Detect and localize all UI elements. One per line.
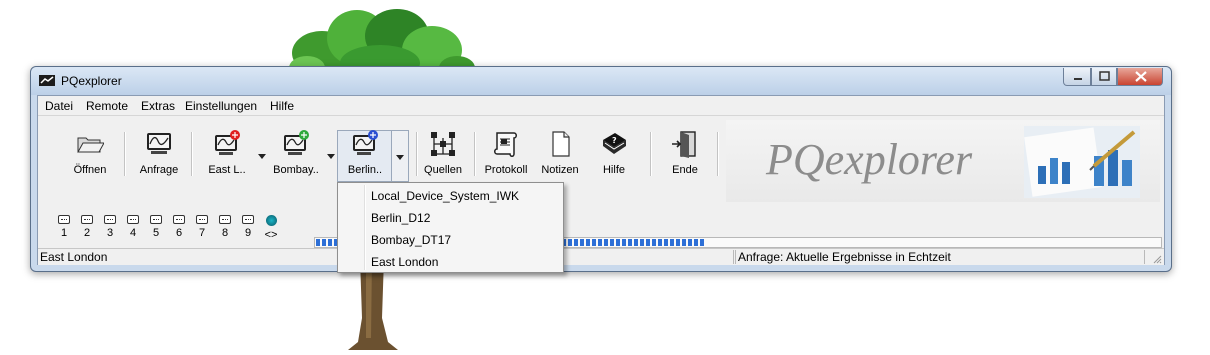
menu-item-local-device[interactable]: Local_Device_System_IWK [371, 189, 519, 203]
query-label: Anfrage [139, 164, 179, 176]
menu-gutter [364, 185, 366, 270]
scroll-icon [494, 132, 517, 157]
maximize-icon [1099, 71, 1110, 81]
menu-einstellungen[interactable]: Einstellungen [185, 99, 257, 113]
device-east-london-dropdown-arrow[interactable] [257, 152, 267, 160]
menu-bar: Datei Remote Extras Einstellungen Hilfe [38, 96, 1164, 116]
sources-button[interactable]: Quellen [415, 130, 471, 182]
open-button[interactable]: Öffnen [62, 130, 118, 182]
help-book-icon: ? [603, 133, 626, 154]
channel-box-icon [58, 215, 70, 224]
channel-box-icon [196, 215, 208, 224]
monitor-blue-icon [353, 130, 378, 155]
menu-hilfe[interactable]: Hilfe [270, 99, 294, 113]
channel-5-button[interactable]: 5 [148, 215, 164, 239]
channel-box-icon [150, 215, 162, 224]
channel-2-button[interactable]: 2 [79, 215, 95, 239]
device-east-london-label: East L.. [208, 164, 246, 176]
channel-box-icon [242, 215, 254, 224]
chevron-down-icon [396, 155, 404, 160]
channel-all-button[interactable]: <> [263, 215, 279, 241]
channel-6-button[interactable]: 6 [171, 215, 187, 239]
exit-button[interactable]: Ende [657, 130, 713, 182]
channel-box-icon [173, 215, 185, 224]
channel-box-icon [104, 215, 116, 224]
help-label: Hilfe [602, 164, 625, 176]
toolbar-separator [717, 132, 719, 176]
monitor-icon [147, 133, 171, 154]
svg-text:?: ? [612, 136, 617, 145]
monitor-red-icon [215, 130, 240, 155]
banner-logo-text: PQexplorer [766, 135, 973, 184]
device-berlin-dropdown-button[interactable] [391, 130, 409, 182]
channel-7-button[interactable]: 7 [194, 215, 210, 239]
device-berlin-button[interactable]: Berlin.. [337, 130, 393, 182]
device-dropdown-menu: Local_Device_System_IWK Berlin_D12 Bomba… [337, 182, 564, 273]
channel-3-button[interactable]: 3 [102, 215, 118, 239]
device-berlin-label: Berlin.. [347, 164, 383, 176]
app-logo-icon [39, 75, 55, 86]
status-bar: East London Anfrage: Aktuelle Ergebnisse… [38, 248, 1164, 265]
channel-box-icon [219, 215, 231, 224]
note-icon [552, 131, 570, 157]
device-east-london-button[interactable]: East L.. [199, 130, 255, 182]
menu-item-east-london[interactable]: East London [371, 255, 438, 269]
channel-1-button[interactable]: 1 [56, 215, 72, 239]
folder-open-icon [77, 137, 104, 153]
menu-extras[interactable]: Extras [141, 99, 175, 113]
client-area: Datei Remote Extras Einstellungen Hilfe … [37, 95, 1165, 265]
menu-datei[interactable]: Datei [45, 99, 73, 113]
menu-remote[interactable]: Remote [86, 99, 128, 113]
status-query: Anfrage: Aktuelle Ergebnisse in Echtzeit [735, 250, 1145, 264]
exit-label: Ende [672, 164, 698, 176]
sources-label: Quellen [424, 164, 462, 176]
finance-chart-picture [1024, 126, 1140, 198]
query-button[interactable]: Anfrage [131, 130, 187, 182]
device-bombay-label: Bombay.. [273, 164, 319, 176]
maximize-button[interactable] [1091, 68, 1117, 86]
title-bar[interactable]: PQexplorer [31, 67, 1171, 95]
device-bombay-button[interactable]: Bombay.. [268, 130, 324, 182]
open-label: Öffnen [73, 164, 107, 176]
exit-door-icon [672, 131, 696, 158]
toolbar: Öffnen Anfrage East L.. Bombay.. Berlin.… [38, 116, 1164, 248]
close-icon [1135, 71, 1147, 82]
device-bombay-dropdown-arrow[interactable] [326, 152, 336, 160]
channel-box-icon [81, 215, 93, 224]
minimize-button[interactable] [1063, 68, 1091, 86]
monitor-green-icon [284, 130, 309, 155]
channel-8-button[interactable]: 8 [217, 215, 233, 239]
channel-globe-icon [265, 215, 277, 226]
window-title: PQexplorer [61, 74, 122, 88]
menu-item-bombay[interactable]: Bombay_DT17 [371, 233, 451, 247]
channel-box-icon [127, 215, 139, 224]
menu-item-berlin[interactable]: Berlin_D12 [371, 211, 430, 225]
resize-grip-icon[interactable] [1152, 254, 1162, 264]
network-icon [431, 132, 455, 156]
app-window: PQexplorer Datei Remote Extras Einstellu… [30, 66, 1172, 272]
minimize-icon [1074, 78, 1082, 80]
help-button[interactable]: ? Hilfe [586, 130, 642, 182]
channel-4-button[interactable]: 4 [125, 215, 141, 239]
channel-9-button[interactable]: 9 [240, 215, 256, 239]
brand-banner: PQexplorer [726, 120, 1160, 202]
close-button[interactable] [1117, 68, 1163, 86]
